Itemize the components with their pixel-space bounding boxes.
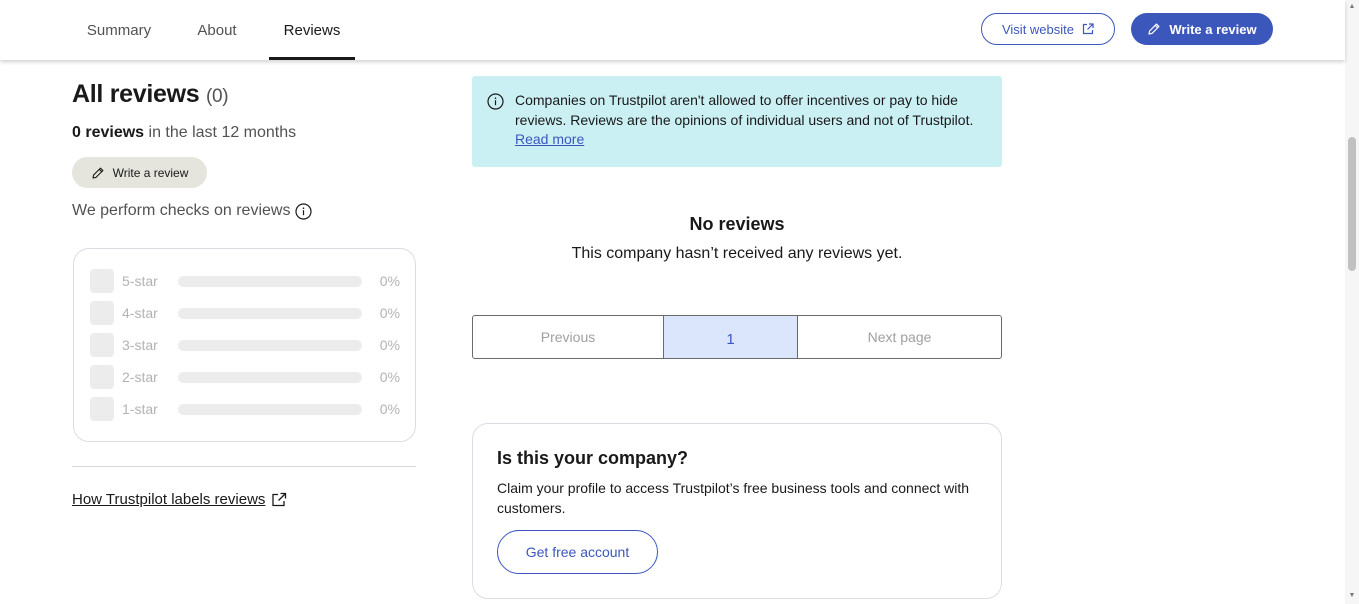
rating-percent: 0% [379, 369, 400, 385]
review-checks-info[interactable]: We perform checks on reviews [72, 202, 313, 220]
visit-website-label: Visit website [1001, 21, 1074, 37]
rating-label: 4-star [122, 305, 158, 321]
top-navigation: Summary About Reviews Visit website Writ… [0, 0, 1345, 60]
review-count: (0) [205, 86, 229, 107]
rating-checkbox[interactable] [90, 269, 114, 293]
incentives-notice: Companies on Trustpilot aren't allowed t… [472, 76, 1002, 167]
rating-label: 2-star [122, 369, 158, 385]
tab-summary[interactable]: Summary [72, 0, 166, 60]
rating-percent: 0% [379, 273, 400, 289]
pencil-icon [1147, 22, 1161, 36]
rating-percent: 0% [379, 305, 400, 321]
notice-body: Companies on Trustpilot aren't allowed t… [515, 92, 974, 128]
claim-text: Claim your profile to access Trustpilot’… [497, 480, 970, 516]
pencil-icon [91, 166, 105, 180]
how-trustpilot-labels-link[interactable]: How Trustpilot labels reviews [72, 491, 287, 508]
info-icon [487, 93, 504, 110]
reviews-period: in the last 12 months [144, 124, 297, 141]
previous-page-button[interactable]: Previous [473, 316, 664, 358]
read-more-link[interactable]: Read more [515, 131, 584, 147]
rating-bar [178, 339, 362, 351]
empty-state-message: This company hasn’t received any reviews… [571, 245, 903, 262]
claim-company-card: Is this your company? Claim your profile… [472, 423, 1002, 599]
tab-reviews[interactable]: Reviews [269, 0, 355, 60]
page-title-text: All reviews [72, 80, 200, 108]
notice-text: Companies on Trustpilot aren't allowed t… [515, 91, 990, 150]
divider [72, 466, 416, 467]
rating-bar [178, 307, 362, 319]
tab-about[interactable]: About [180, 0, 254, 60]
external-link-icon [271, 492, 287, 508]
visit-website-button[interactable]: Visit website [981, 13, 1115, 45]
rating-filter-2[interactable]: 2-star 0% [90, 365, 400, 389]
rating-checkbox[interactable] [90, 365, 114, 389]
rating-filter-3[interactable]: 3-star 0% [90, 333, 400, 357]
next-page-button[interactable]: Next page [798, 316, 1001, 358]
rating-label: 3-star [122, 337, 158, 353]
rating-label: 1-star [122, 401, 158, 417]
empty-state-title: No reviews [689, 214, 785, 234]
write-review-secondary-button[interactable]: Write a review [72, 157, 207, 188]
rating-percent: 0% [379, 401, 400, 417]
page-title: All reviews (0) [72, 80, 229, 109]
rating-bar [178, 371, 362, 383]
rating-checkbox[interactable] [90, 333, 114, 357]
rating-bar [178, 403, 362, 415]
rating-percent: 0% [379, 337, 400, 353]
rating-filter-4[interactable]: 4-star 0% [90, 301, 400, 325]
page-number-button[interactable]: 1 [664, 316, 798, 358]
labels-link-text: How Trustpilot labels reviews [72, 491, 266, 508]
external-link-icon [1082, 23, 1094, 35]
info-icon[interactable] [295, 202, 313, 220]
write-review-button[interactable]: Write a review [1131, 13, 1273, 45]
scroll-down-arrow-icon[interactable]: ▼ [1348, 592, 1356, 600]
rating-checkbox[interactable] [90, 397, 114, 421]
review-checks-label: We perform checks on reviews [72, 202, 291, 219]
reviews-total: 0 reviews [72, 124, 145, 141]
get-free-account-button[interactable]: Get free account [497, 530, 658, 574]
rating-filter-1[interactable]: 1-star 0% [90, 397, 400, 421]
pagination: Previous 1 Next page [472, 315, 1002, 359]
write-review-secondary-label: Write a review [112, 165, 189, 180]
scroll-up-arrow-icon[interactable]: ▲ [1348, 3, 1356, 11]
rating-bar [178, 275, 362, 287]
rating-distribution: 5-star 0% 4-star 0% 3-star 0% 2-star 0% … [73, 248, 416, 442]
page-scrollbar[interactable]: ▲ ▼ [1345, 0, 1359, 604]
rating-label: 5-star [122, 273, 158, 289]
claim-title: Is this your company? [497, 448, 689, 468]
write-review-label: Write a review [1169, 21, 1257, 37]
rating-filter-5[interactable]: 5-star 0% [90, 269, 400, 293]
reviews-period-summary: 0 reviews in the last 12 months [72, 124, 296, 142]
scroll-thumb[interactable] [1348, 137, 1356, 271]
rating-checkbox[interactable] [90, 301, 114, 325]
